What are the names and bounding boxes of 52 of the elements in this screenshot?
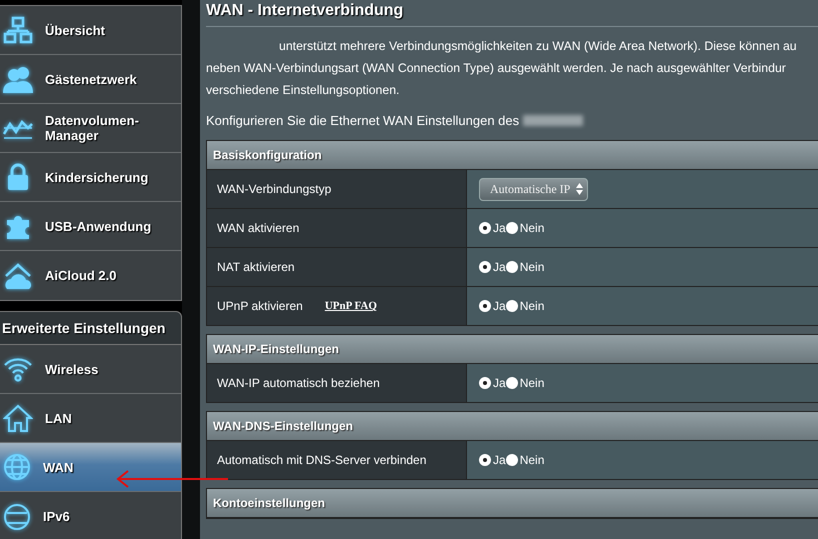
sidebar-item[interactable]: Übersicht [0,6,181,55]
radio-label: Ja [493,260,506,274]
setting-label: UPnP aktivieren [217,299,303,313]
sidebar-item[interactable]: WAN [0,443,181,492]
wifi-icon [3,356,33,382]
house-icon [3,404,33,432]
configure-text: Konfigurieren Sie die Ethernet WAN Einstellungen des [206,113,520,128]
sidebar-item[interactable]: Datenvolumen-Manager [0,104,181,153]
radio-label: Ja [493,299,506,313]
radio-button[interactable] [506,300,518,312]
setting-label: WAN aktivieren [217,221,300,235]
radio-button[interactable] [506,377,518,389]
setting-label: WAN-Verbindungstyp [217,182,332,196]
sidebar-item[interactable]: USB-Anwendung [0,202,181,251]
sidebar-item[interactable]: Gästenetzwerk [0,55,181,104]
sidebar-item[interactable]: AiCloud 2.0 [0,251,181,300]
radio-label: Ja [493,221,506,235]
radio-label: Ja [493,376,506,390]
sidebar-item[interactable]: Kindersicherung [0,153,181,202]
page-title: WAN - Internetverbindung [206,2,818,27]
intro-paragraph: unterstützt mehrere Verbindungsmöglichkeiten zu WAN (Wide Area Network). Diese können au neben WAN-Verbindungsart (WAN Connection Type) ausgewählt werden. Je nach ausgewählter Verbindur verschiedene Einstellungsoptionen. [206,38,798,99]
connection-type-select[interactable]: Automatische IP [479,178,588,200]
people-icon [3,65,33,93]
section-header: Basiskonfiguration [207,141,818,170]
radio-label: Ja [493,453,506,467]
radio-button[interactable] [506,261,518,273]
radio-button[interactable] [479,454,491,466]
radio-label: Nein [520,299,544,313]
network-icon [3,16,33,44]
radio-button[interactable] [479,300,491,312]
sidebar-item[interactable]: Wireless [0,345,181,394]
radio-button[interactable] [479,261,491,273]
sidebar-section-header: Erweiterte Einstellungen [0,312,181,345]
radio-label: Nein [520,376,544,390]
section-header: Kontoeinstellungen [207,489,818,518]
section-header: WAN-IP-Einstellungen [207,335,818,364]
faq-link[interactable]: UPnP FAQ [324,300,377,312]
radio-label: Nein [520,260,544,274]
setting-label: WAN-IP automatisch beziehen [217,376,380,390]
setting-label: NAT aktivieren [217,260,295,274]
radio-label: Nein [520,221,544,235]
up-down-caret-icon [576,183,584,195]
sidebar-item[interactable]: IPv6 [0,492,181,539]
setting-label: Automatisch mit DNS-Server verbinden [217,453,426,467]
radio-label: Nein [520,453,544,467]
redacted-block [523,115,584,126]
radio-button[interactable] [506,454,518,466]
radio-button[interactable] [479,377,491,389]
radio-button[interactable] [479,222,491,234]
section-header: WAN-DNS-Einstellungen [207,412,818,441]
cloud-house-icon [3,262,33,290]
radio-button[interactable] [506,222,518,234]
